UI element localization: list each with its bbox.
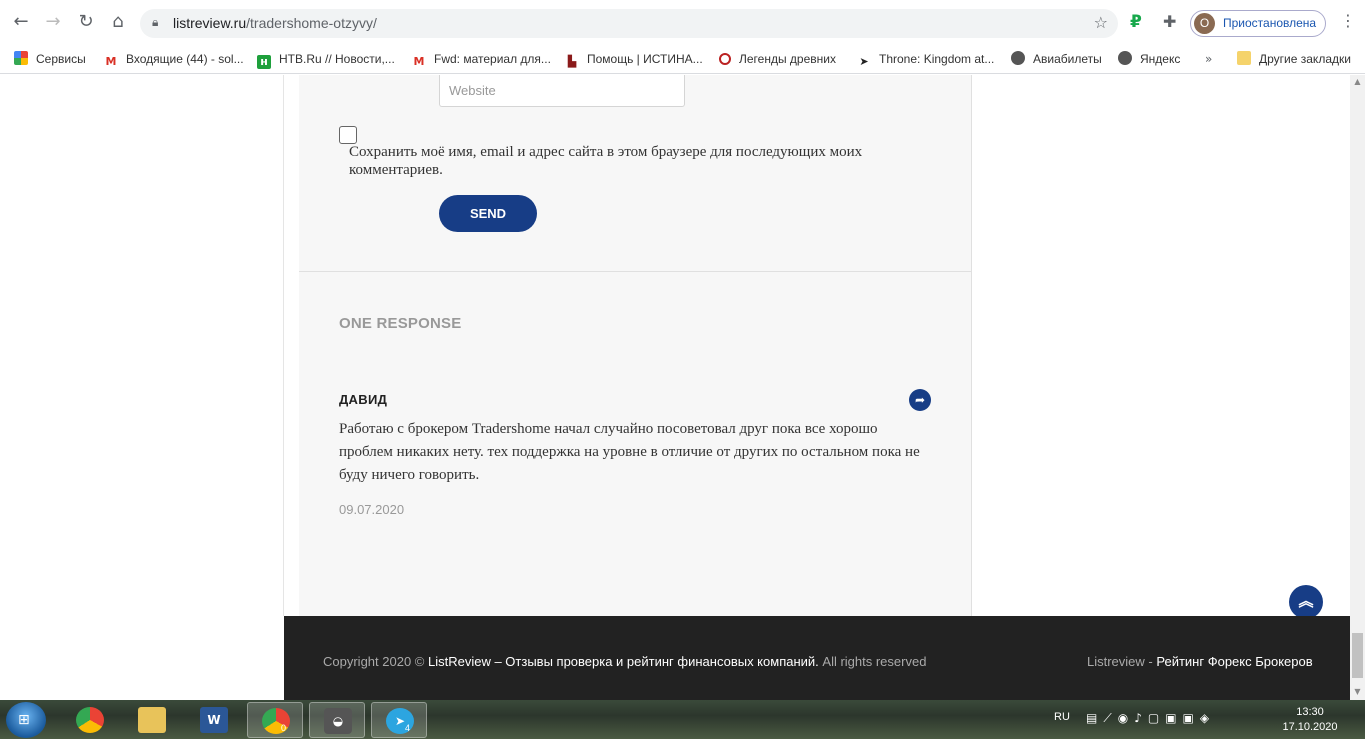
taskbar-telegram[interactable]: ➤ 4 xyxy=(371,702,427,738)
profile-status: Приостановлена xyxy=(1223,16,1317,30)
taskbar-chrome-active[interactable]: 0 xyxy=(247,702,303,738)
save-info-label: Сохранить моё имя, email и адрес сайта в… xyxy=(349,144,863,178)
throne-icon: ➤ xyxy=(859,55,869,68)
left-column xyxy=(0,75,284,616)
address-bar[interactable]: 🔒︎ listreview.ru/tradershome-otzyvy/ ☆ xyxy=(140,9,1118,38)
main-column: Website Сохранить моё имя, email и адрес… xyxy=(299,75,972,616)
right-sidebar xyxy=(972,75,1350,616)
clock-time: 13:30 xyxy=(1296,706,1324,718)
avatar: О xyxy=(1194,13,1215,34)
back-icon[interactable]: ← xyxy=(11,12,31,32)
ntv-icon: н xyxy=(257,55,271,69)
lock-icon: 🔒︎ xyxy=(152,15,159,29)
bookmarks-bar: Сервисы M Входящие (44) - sol... н НТВ.Ru … xyxy=(0,44,1365,74)
bookmark-label: НТВ.Ru // Новости,... xyxy=(279,52,395,66)
clock[interactable]: 13:30 17.10.2020 xyxy=(1280,705,1340,735)
taskbar-explorer[interactable] xyxy=(124,702,180,738)
ruble-extension-icon[interactable]: ₽ xyxy=(1130,12,1142,32)
globe-icon xyxy=(1118,51,1132,65)
url-host: listreview.ru xyxy=(173,15,247,31)
word-icon: W xyxy=(200,707,228,733)
send-button[interactable]: SEND xyxy=(439,195,537,232)
reply-icon[interactable]: ➦ xyxy=(909,389,931,411)
comment-author: ДАВИД xyxy=(339,392,388,407)
clock-date: 17.10.2020 xyxy=(1282,721,1338,733)
bookmark-label: Fwd: материал для... xyxy=(434,52,551,66)
chrome-icon xyxy=(76,707,104,733)
bookmark-label: Другие закладки xyxy=(1259,52,1351,66)
bookmark-item[interactable]: н НТВ.Ru // Новости,... xyxy=(257,49,395,69)
address-url[interactable]: listreview.ru/tradershome-otzyvy/ xyxy=(173,15,377,31)
taskbar-chrome[interactable] xyxy=(62,702,118,738)
bookmark-item[interactable]: Другие закладки xyxy=(1237,49,1351,69)
bookmark-item[interactable]: ➤ Throne: Kingdom at... xyxy=(857,49,994,69)
taskbar-app[interactable]: ◒ xyxy=(309,702,365,738)
rights-text: All rights reserved xyxy=(818,654,927,669)
bookmark-label: Авиабилеты xyxy=(1033,52,1102,66)
apps-grid-icon xyxy=(14,51,28,65)
bookmark-item[interactable]: Авиабилеты xyxy=(1011,49,1102,69)
gmail-icon: M xyxy=(413,55,425,68)
scroll-thumb[interactable] xyxy=(1352,633,1363,678)
section-divider xyxy=(299,271,971,272)
scroll-up-icon[interactable]: ▲ xyxy=(1353,77,1362,86)
bookmark-item[interactable]: Легенды древних xyxy=(719,49,836,69)
footer-site-link[interactable]: ListReview – Отзывы проверка и рейтинг ф… xyxy=(428,654,819,669)
chrome-badge: 0 xyxy=(281,723,287,733)
footer-copyright: Copyright 2020 © ListReview – Отзывы про… xyxy=(323,654,926,669)
reload-icon[interactable]: ↻ xyxy=(76,12,96,32)
bookmark-label: Входящие (44) - sol... xyxy=(126,52,244,66)
tray-icons[interactable]: ▤⟋◉♪▢▣▣◈ xyxy=(1086,711,1215,726)
bookmark-star-icon[interactable]: ☆ xyxy=(1094,13,1108,32)
browser-toolbar: ← → ↻ ⌂ 🔒︎ listreview.ru/tradershome-otz… xyxy=(0,0,1365,44)
taskbar-word[interactable]: W xyxy=(186,702,242,738)
bookmark-item[interactable]: ▙ Помощь | ИСТИНА... xyxy=(565,49,703,69)
bookmark-label: Throne: Kingdom at... xyxy=(879,52,995,66)
forward-icon[interactable]: → xyxy=(43,12,63,32)
bookmark-item[interactable]: M Входящие (44) - sol... xyxy=(104,49,244,69)
gmail-icon: M xyxy=(105,55,117,68)
profile-button[interactable]: О Приостановлена xyxy=(1190,10,1326,37)
bookmark-item[interactable]: M Fwd: материал для... xyxy=(412,49,551,69)
footer-tagline-link[interactable]: Рейтинг Форекс Брокеров xyxy=(1156,654,1312,669)
folder-icon xyxy=(1237,51,1251,65)
comment-text: Работаю с брокером Tradershome начал слу… xyxy=(339,421,920,483)
save-info-checkbox[interactable] xyxy=(339,126,357,144)
globe-icon xyxy=(1011,51,1025,65)
bookmark-item[interactable]: Яндекс xyxy=(1118,49,1180,69)
folder-icon xyxy=(138,707,166,733)
copyright-text: Copyright 2020 © xyxy=(323,654,428,669)
bookmark-item[interactable]: Сервисы xyxy=(14,49,86,69)
windows-logo-icon: ⊞ xyxy=(18,712,30,728)
browser-menu-icon[interactable]: ⋮ xyxy=(1340,11,1356,30)
telegram-badge: 4 xyxy=(405,723,411,733)
page-content: Website Сохранить моё имя, email и адрес… xyxy=(0,75,1350,700)
home-icon[interactable]: ⌂ xyxy=(108,12,128,32)
page-scrollbar[interactable]: ▲ ▼ xyxy=(1350,75,1365,700)
responses-title: ONE RESPONSE xyxy=(339,315,462,332)
extensions-puzzle-icon[interactable]: ✚ xyxy=(1163,12,1176,31)
scroll-down-icon[interactable]: ▼ xyxy=(1353,687,1362,696)
bookmark-label: Яндекс xyxy=(1140,52,1181,66)
bookmark-label: Сервисы xyxy=(36,52,86,66)
start-button[interactable]: ⊞ xyxy=(6,702,46,738)
bookmark-label: Легенды древних xyxy=(739,52,836,66)
hooded-app-icon: ◒ xyxy=(324,708,352,734)
footer-tagline-prefix: Listreview - xyxy=(1087,654,1157,669)
windows-taskbar: ⊞ W 0 ◒ ➤ 4 RU ▤⟋◉♪▢▣▣◈ 13:30 17.10.2020 xyxy=(0,700,1365,739)
website-field[interactable]: Website xyxy=(439,75,685,107)
footer: Copyright 2020 © ListReview – Отзывы про… xyxy=(284,616,1350,700)
footer-tagline: Listreview - Рейтинг Форекс Брокеров xyxy=(1087,654,1313,669)
scroll-to-top-icon[interactable]: ︽ xyxy=(1289,585,1323,619)
url-path: /tradershome-otzyvy/ xyxy=(246,15,377,31)
language-indicator[interactable]: RU xyxy=(1054,711,1070,723)
game-icon xyxy=(719,53,731,65)
more-bookmarks-chevron-icon[interactable]: » xyxy=(1205,49,1212,69)
comment-date: 09.07.2020 xyxy=(339,502,405,517)
bookmark-label: Помощь | ИСТИНА... xyxy=(587,52,703,66)
msu-icon: ▙ xyxy=(567,55,577,68)
